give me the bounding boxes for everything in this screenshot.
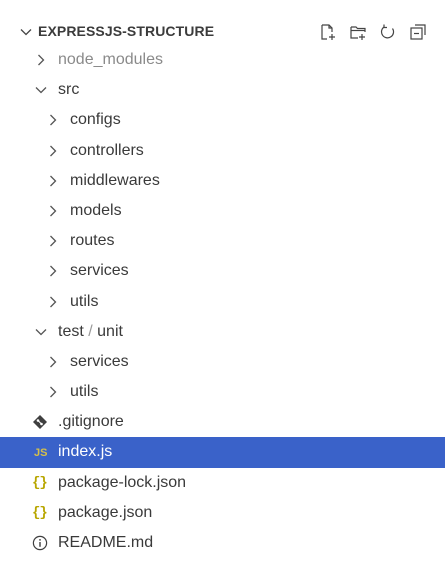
tree-item-controllers[interactable]: controllers	[0, 136, 445, 166]
tree-item-package-json[interactable]: {} package.json	[0, 498, 445, 528]
new-file-icon	[321, 24, 335, 40]
chevron-right-icon[interactable]	[45, 263, 61, 279]
tree-item-label: configs	[70, 111, 121, 129]
refresh-button[interactable]	[378, 22, 398, 42]
explorer-actions	[318, 21, 428, 43]
refresh-icon	[380, 24, 395, 39]
tree-item-label: controllers	[70, 141, 144, 159]
tree-item-routes[interactable]: routes	[0, 226, 445, 256]
tree-item-label: README.md	[58, 534, 154, 551]
tree-item-test-unit[interactable]: test / unit	[0, 317, 445, 347]
chevron-right-icon[interactable]	[45, 354, 61, 370]
git-icon	[33, 415, 47, 430]
new-file-button[interactable]	[318, 22, 338, 42]
tree-item-label: src	[58, 81, 80, 99]
tree-item-label: routes	[70, 232, 115, 250]
compact-folder-unit[interactable]: unit	[97, 323, 123, 340]
tree-item-index-js[interactable]: JS index.js	[0, 437, 445, 468]
chevron-right-icon[interactable]	[33, 52, 49, 68]
collapse-all-button[interactable]	[408, 22, 428, 42]
tree-item-node-modules[interactable]: node_modules	[0, 45, 445, 75]
chevron-right-icon[interactable]	[45, 294, 61, 310]
collapse-all-icon	[410, 24, 426, 40]
tree-item-test-utils[interactable]: utils	[0, 377, 445, 407]
file-tree: node_modules src configs controllers mid…	[0, 45, 445, 558]
javascript-file-icon: JS	[34, 447, 48, 460]
json-file-icon: {}	[32, 504, 48, 521]
chevron-right-icon[interactable]	[45, 143, 61, 159]
tree-item-middlewares[interactable]: middlewares	[0, 166, 445, 196]
tree-item-label: models	[70, 201, 122, 219]
path-separator: /	[88, 322, 93, 340]
chevron-right-icon[interactable]	[45, 112, 61, 128]
chevron-right-icon[interactable]	[45, 233, 61, 249]
tree-item-readme[interactable]: README.md	[0, 528, 445, 558]
tree-item-label: services	[70, 262, 129, 280]
file-explorer: EXPRESSJS-STRUCTURE node_modules src con…	[0, 0, 445, 582]
chevron-down-icon[interactable]	[33, 82, 49, 98]
info-icon	[32, 535, 48, 551]
tree-item-test-services[interactable]: services	[0, 347, 445, 377]
chevron-right-icon[interactable]	[45, 384, 61, 400]
tree-item-label: index.js	[58, 443, 113, 461]
tree-item-src[interactable]: src	[0, 75, 445, 105]
compact-folder-test[interactable]: test	[58, 323, 84, 340]
explorer-header[interactable]: EXPRESSJS-STRUCTURE	[0, 17, 445, 47]
chevron-right-icon[interactable]	[45, 203, 61, 219]
tree-item-configs[interactable]: configs	[0, 105, 445, 135]
tree-item-label: .gitignore	[58, 413, 124, 431]
tree-item-label: node_modules	[58, 51, 163, 68]
new-folder-button[interactable]	[348, 22, 368, 42]
chevron-down-icon[interactable]	[18, 24, 34, 40]
tree-item-label: test / unit	[58, 322, 123, 342]
chevron-down-icon[interactable]	[33, 324, 49, 340]
chevron-right-icon[interactable]	[45, 173, 61, 189]
tree-item-label: utils	[70, 292, 99, 310]
tree-item-label: services	[70, 352, 129, 370]
new-folder-icon	[350, 26, 366, 40]
tree-item-models[interactable]: models	[0, 196, 445, 226]
explorer-title: EXPRESSJS-STRUCTURE	[38, 23, 215, 39]
tree-item-label: package.json	[58, 503, 153, 521]
json-file-icon: {}	[32, 474, 48, 491]
tree-item-label: package-lock.json	[58, 473, 187, 491]
tree-item-label: utils	[70, 383, 99, 401]
tree-item-label: middlewares	[70, 171, 160, 189]
tree-item-services[interactable]: services	[0, 256, 445, 286]
tree-item-utils[interactable]: utils	[0, 287, 445, 317]
tree-item-gitignore[interactable]: .gitignore	[0, 407, 445, 437]
tree-item-package-lock[interactable]: {} package-lock.json	[0, 468, 445, 498]
